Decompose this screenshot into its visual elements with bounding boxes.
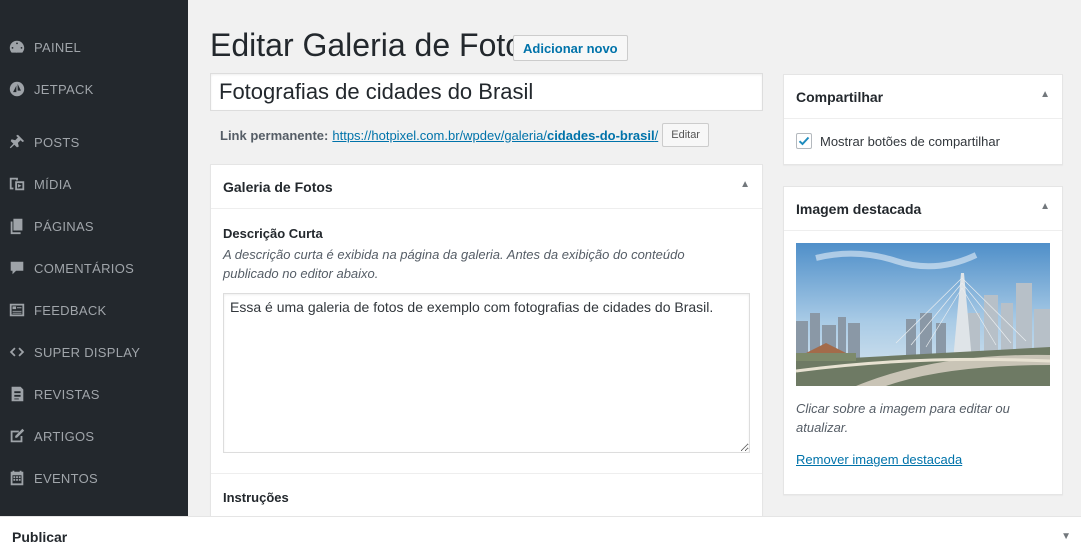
permalink-base: https://hotpixel.com.br/wpdev/galeria/ <box>332 127 547 143</box>
sidebar-item-label: FEEDBACK <box>34 302 107 318</box>
add-new-button[interactable]: Adicionar novo <box>513 35 628 61</box>
sidebar-item-label: POSTS <box>34 134 80 150</box>
featured-image[interactable] <box>796 243 1050 386</box>
edit-icon <box>0 427 34 445</box>
sidebar-item-paginas[interactable]: PÁGINAS <box>0 209 188 243</box>
permalink-slug: cidades-do-brasil <box>546 127 655 143</box>
sidebar-item-eventos[interactable]: EVENTOS <box>0 461 188 495</box>
publish-title: Publicar <box>12 528 68 545</box>
pin-icon <box>0 133 34 151</box>
dashboard-icon <box>0 38 34 56</box>
sidebar-item-jetpack[interactable]: JETPACK <box>0 72 188 106</box>
share-checkbox[interactable] <box>796 133 812 149</box>
gallery-metabox: Galeria de Fotos ▲ Descrição Curta A des… <box>210 164 763 524</box>
divider <box>211 473 762 474</box>
code-icon <box>0 343 34 361</box>
sidebar-item-label: EVENTOS <box>34 470 98 486</box>
book-icon <box>0 385 34 403</box>
sidebar-item-super-display[interactable]: SUPER DISPLAY <box>0 335 188 369</box>
page-title: Editar Galeria de Foto <box>210 27 524 63</box>
check-icon <box>798 136 810 146</box>
gallery-metabox-header[interactable]: Galeria de Fotos ▲ <box>211 165 762 209</box>
share-checkbox-label: Mostrar botões de compartilhar <box>820 133 1000 149</box>
sidebar-item-label: COMENTÁRIOS <box>34 260 135 276</box>
featured-image-header[interactable]: Imagem destacada ▲ <box>784 187 1062 231</box>
share-option: Mostrar botões de compartilhar <box>796 133 1000 149</box>
sidebar-item-label: PÁGINAS <box>34 218 94 234</box>
collapse-up-icon[interactable]: ▲ <box>1040 201 1050 212</box>
sidebar-item-revistas[interactable]: REVISTAS <box>0 377 188 411</box>
remove-featured-image-link[interactable]: Remover imagem destacada <box>796 452 962 467</box>
sidebar-item-comentarios[interactable]: COMENTÁRIOS <box>0 251 188 285</box>
sidebar-item-posts[interactable]: POSTS <box>0 125 188 159</box>
sidebar-item-label: JETPACK <box>34 81 94 97</box>
post-title-input[interactable] <box>210 73 763 111</box>
short-desc-label: Descrição Curta <box>223 226 323 241</box>
featured-image-help: Clicar sobre a imagem para editar ou atu… <box>796 401 1010 435</box>
short-desc-help: A descrição curta é exibida na página da… <box>223 247 685 281</box>
admin-sidebar: PAINEL JETPACK POSTS MÍDIA PÁGINAS COMEN… <box>0 0 188 556</box>
sidebar-item-label: MÍDIA <box>34 176 72 192</box>
short-desc-textarea[interactable]: Essa é uma galeria de fotos de exemplo c… <box>223 293 750 453</box>
pages-icon <box>0 217 34 235</box>
collapse-up-icon[interactable]: ▲ <box>740 179 750 190</box>
permalink-link[interactable]: https://hotpixel.com.br/wpdev/galeria/ci… <box>332 128 658 143</box>
gallery-metabox-title: Galeria de Fotos <box>223 178 333 195</box>
share-metabox-header[interactable]: Compartilhar ▲ <box>784 75 1062 119</box>
media-icon <box>0 175 34 193</box>
sidebar-item-artigos[interactable]: ARTIGOS <box>0 419 188 453</box>
sidebar-item-label: ARTIGOS <box>34 428 95 444</box>
sidebar-item-label: PAINEL <box>34 39 82 55</box>
permalink-label: Link permanente: <box>220 127 329 143</box>
permalink-row: Link permanente: https://hotpixel.com.br… <box>220 123 709 147</box>
feedback-icon <box>0 301 34 319</box>
permalink-trail: / <box>654 127 659 143</box>
instructions-label: Instruções <box>223 490 289 505</box>
sidebar-item-feedback[interactable]: FEEDBACK <box>0 293 188 327</box>
share-metabox: Compartilhar ▲ Mostrar botões de compart… <box>783 74 1063 165</box>
collapse-up-icon[interactable]: ▲ <box>1040 89 1050 100</box>
comments-icon <box>0 259 34 277</box>
featured-image-metabox: Imagem destacada ▲ Clicar sobre a imagem… <box>783 186 1063 495</box>
share-metabox-title: Compartilhar <box>796 88 884 105</box>
sidebar-item-midia[interactable]: MÍDIA <box>0 167 188 201</box>
featured-image-title: Imagem destacada <box>796 200 922 217</box>
expand-down-icon[interactable]: ▼ <box>1061 531 1071 542</box>
sidebar-item-label: REVISTAS <box>34 386 100 402</box>
jetpack-icon <box>0 80 34 98</box>
sidebar-item-painel[interactable]: PAINEL <box>0 30 188 64</box>
sidebar-item-label: SUPER DISPLAY <box>34 344 141 360</box>
calendar-icon <box>0 469 34 487</box>
edit-permalink-button[interactable]: Editar <box>662 123 709 147</box>
publish-metabox[interactable]: Publicar ▼ <box>0 516 1081 556</box>
